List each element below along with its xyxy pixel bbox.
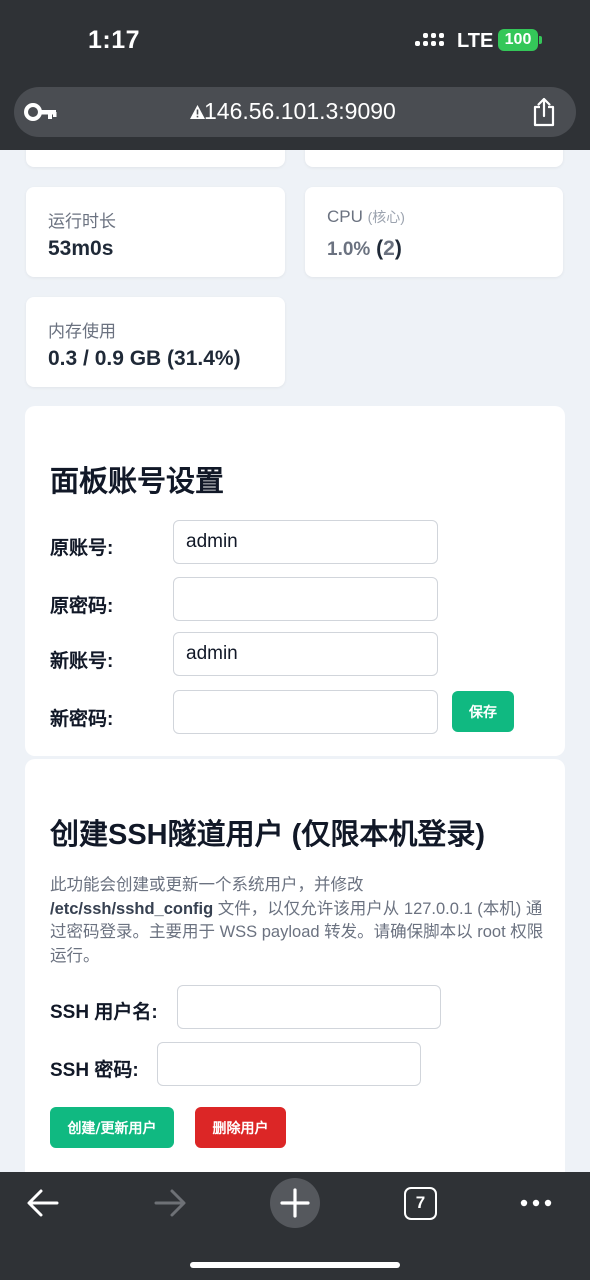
stat-card-partial-left <box>26 150 285 167</box>
browser-address-area: 146.56.101.3:9090 <box>0 80 590 150</box>
new-tab-button[interactable] <box>270 1178 320 1228</box>
cpu-label-wrap: CPU (核心) <box>327 207 405 227</box>
page-content: 运行时长 53m0s CPU (核心) 1.0% (2) 内存使用 0.3 / … <box>0 150 590 1172</box>
ssh-panel-title: 创建SSH隧道用户 (仅限本机登录) <box>50 819 486 851</box>
cpu-value: 1.0% (2) <box>327 237 402 261</box>
share-icon[interactable] <box>532 97 556 127</box>
uptime-label: 运行时长 <box>48 212 116 231</box>
ssh-password-label: SSH 密码: <box>50 1060 139 1081</box>
back-icon[interactable] <box>26 1188 60 1218</box>
url-text[interactable]: 146.56.101.3:9090 <box>204 98 396 125</box>
uptime-card: 运行时长 53m0s <box>26 187 285 277</box>
ssh-username-label: SSH 用户名: <box>50 1002 158 1023</box>
plus-icon <box>280 1188 310 1218</box>
battery-tip <box>539 36 542 44</box>
key-icon[interactable] <box>24 101 58 123</box>
old-username-input[interactable] <box>173 520 438 564</box>
signal-icon <box>415 31 447 51</box>
home-indicator <box>190 1262 400 1268</box>
network-type: LTE <box>457 30 494 52</box>
forward-icon[interactable] <box>153 1188 187 1218</box>
ssh-user-panel: 创建SSH隧道用户 (仅限本机登录) 此功能会创建或更新一个系统用户，并修改/e… <box>25 759 565 1172</box>
new-password-label: 新密码: <box>50 709 114 730</box>
battery-level: 100 <box>504 31 532 48</box>
old-password-input[interactable] <box>173 577 438 621</box>
new-username-input[interactable] <box>173 632 438 676</box>
more-icon[interactable] <box>520 1198 552 1208</box>
cpu-usage: 1.0% <box>327 239 371 260</box>
account-panel-title: 面板账号设置 <box>50 466 225 498</box>
memory-label: 内存使用 <box>48 322 116 341</box>
desc-part1: 此功能会创建或更新一个系统用户，并修改 <box>50 876 364 894</box>
status-time: 1:17 <box>88 26 141 54</box>
warning-icon <box>190 105 205 119</box>
status-bar: 1:17 LTE 100 <box>0 0 590 80</box>
stat-card-partial-right <box>305 150 563 167</box>
old-password-label: 原密码: <box>50 596 114 617</box>
tabs-button[interactable]: 7 <box>404 1187 437 1220</box>
account-settings-panel: 面板账号设置 原账号: 原密码: 新账号: 新密码: 保存 <box>25 406 565 756</box>
save-button[interactable]: 保存 <box>452 691 514 732</box>
tabs-count: 7 <box>415 1193 426 1212</box>
delete-user-button[interactable]: 删除用户 <box>195 1107 286 1148</box>
cpu-cores-close: ) <box>394 237 402 260</box>
memory-card: 内存使用 0.3 / 0.9 GB (31.4%) <box>26 297 285 387</box>
cpu-label-note: (核心) <box>367 209 405 225</box>
new-password-input[interactable] <box>173 690 438 734</box>
memory-value: 0.3 / 0.9 GB (31.4%) <box>48 347 241 370</box>
old-username-label: 原账号: <box>50 538 114 559</box>
cpu-cores: 2 <box>383 237 395 260</box>
phone-screen: 1:17 LTE 100 146.56.101.3:9090 运行时长 53m0… <box>0 0 590 1280</box>
desc-config-path: /etc/ssh/sshd_config <box>50 899 214 918</box>
cpu-label: CPU <box>327 207 363 226</box>
ssh-password-input[interactable] <box>157 1042 421 1086</box>
create-update-user-button[interactable]: 创建/更新用户 <box>50 1107 174 1148</box>
ssh-panel-description: 此功能会创建或更新一个系统用户，并修改/etc/ssh/sshd_config … <box>50 874 550 968</box>
cpu-card: CPU (核心) 1.0% (2) <box>305 187 563 277</box>
battery-icon: 100 <box>498 29 538 51</box>
ssh-username-input[interactable] <box>177 985 441 1029</box>
address-bar[interactable]: 146.56.101.3:9090 <box>14 87 576 137</box>
uptime-value: 53m0s <box>48 237 114 260</box>
browser-toolbar: 7 <box>0 1172 590 1280</box>
new-username-label: 新账号: <box>50 651 114 672</box>
